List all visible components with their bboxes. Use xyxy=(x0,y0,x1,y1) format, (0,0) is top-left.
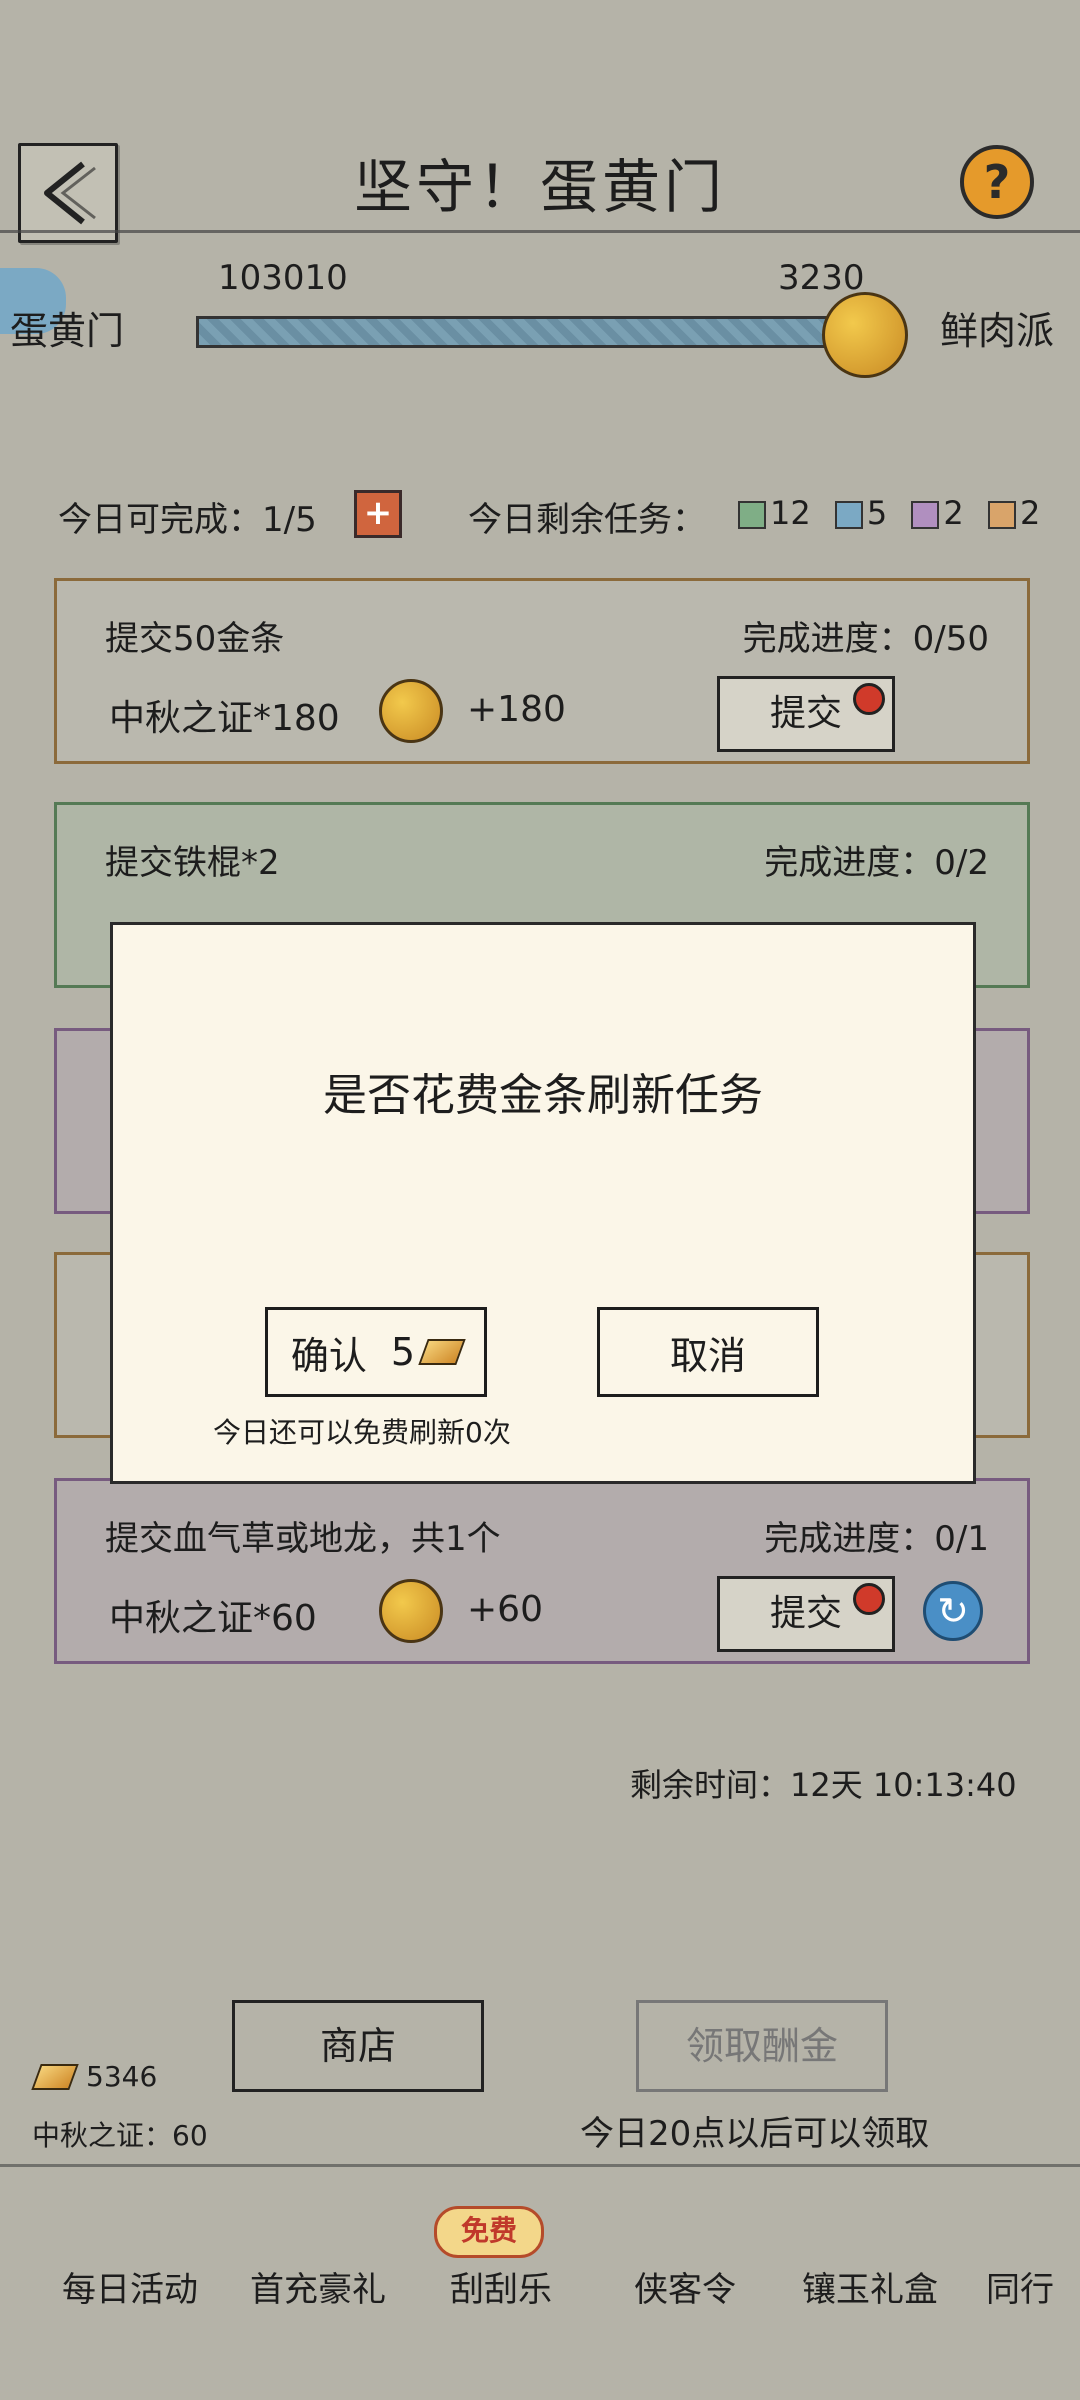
task-title: 提交50金条 xyxy=(105,619,285,659)
purple-chip-icon xyxy=(911,501,940,529)
token-amount: 中秋之证：60 xyxy=(32,2119,208,2152)
alert-icon xyxy=(853,1583,885,1615)
gold-amount: 5346 xyxy=(86,2060,158,2093)
task-title: 提交血气草或地龙，共1个 xyxy=(105,1519,501,1559)
mooncake-icon xyxy=(822,292,908,378)
task-count-chips: 12 5 2 2 xyxy=(738,494,1040,532)
question-icon: ? xyxy=(983,155,1011,209)
mooncake-icon xyxy=(379,679,443,743)
nav-scratch-card[interactable]: 刮刮乐 xyxy=(450,2262,552,2311)
remaining-time: 剩余时间：12天 10:13:40 xyxy=(630,1766,1017,1804)
task-title: 提交铁棍*2 xyxy=(105,843,280,883)
task-card: 提交50金条 完成进度：0/50 中秋之证*180 +180 提交 xyxy=(54,578,1030,764)
remaining-tasks-label: 今日剩余任务： xyxy=(468,500,706,540)
task-progress: 完成进度：0/1 xyxy=(764,1519,989,1559)
nav-first-recharge[interactable]: 首充豪礼 xyxy=(250,2262,386,2311)
header-divider xyxy=(0,230,1080,233)
task-card: 提交血气草或地龙，共1个 完成进度：0/1 中秋之证*60 +60 提交 ↻ xyxy=(54,1478,1030,1664)
gold-bar-icon xyxy=(418,1339,466,1365)
mooncake-icon xyxy=(379,1579,443,1643)
green-chip-icon xyxy=(738,501,766,529)
nav-companion[interactable]: 同行 xyxy=(986,2262,1054,2311)
task-gain: +60 xyxy=(467,1589,543,1630)
dialog-message: 是否花费金条刷新任务 xyxy=(323,1070,763,1121)
score-progress-bar xyxy=(196,316,842,348)
right-score: 3230 xyxy=(778,258,865,298)
orange-count: 2 xyxy=(1019,494,1041,532)
blue-chip-icon xyxy=(834,501,863,529)
purple-count: 2 xyxy=(943,494,964,532)
nav-daily-activity[interactable]: 每日活动 xyxy=(62,2262,198,2311)
left-score: 103010 xyxy=(218,258,348,298)
alert-icon xyxy=(853,683,885,715)
shop-button[interactable]: 商店 xyxy=(232,2000,484,2092)
task-reward: 中秋之证*60 xyxy=(109,1598,317,1639)
task-progress: 完成进度：0/50 xyxy=(742,619,989,659)
task-progress: 完成进度：0/2 xyxy=(764,843,989,883)
free-badge: 免费 xyxy=(434,2206,544,2258)
confirm-button[interactable]: 确认 5 xyxy=(265,1307,487,1397)
gold-bar-icon xyxy=(31,2064,79,2094)
left-team-label: 蛋黄门 xyxy=(10,309,125,353)
refresh-icon[interactable]: ↻ xyxy=(923,1581,983,1641)
help-button[interactable]: ? xyxy=(960,145,1034,219)
bottom-divider xyxy=(0,2164,1080,2167)
confirm-cost: 5 xyxy=(390,1330,416,1374)
green-count: 12 xyxy=(770,494,811,532)
task-reward: 中秋之证*180 xyxy=(109,698,340,739)
nav-hero-order[interactable]: 侠客令 xyxy=(634,2262,736,2311)
task-gain: +180 xyxy=(467,689,566,730)
cancel-button[interactable]: 取消 xyxy=(597,1307,819,1397)
confirm-label: 确认 xyxy=(290,1333,367,1378)
daily-complete-label: 今日可完成：1/5 xyxy=(58,500,317,540)
refresh-dialog: 是否花费金条刷新任务 确认 5 取消 今日还可以免费刷新0次 xyxy=(110,922,976,1484)
claim-note: 今日20点以后可以领取 xyxy=(580,2114,930,2154)
page-title: 坚守！蛋黄门 xyxy=(353,153,726,221)
add-icon[interactable]: + xyxy=(354,490,402,538)
nav-jade-giftbox[interactable]: 镶玉礼盒 xyxy=(802,2262,938,2311)
orange-chip-icon xyxy=(987,501,1016,529)
right-team-label: 鲜肉派 xyxy=(940,309,1055,353)
dialog-note: 今日还可以免费刷新0次 xyxy=(213,1416,511,1449)
claim-reward-button[interactable]: 领取酬金 xyxy=(636,2000,888,2092)
blue-count: 5 xyxy=(866,494,888,532)
